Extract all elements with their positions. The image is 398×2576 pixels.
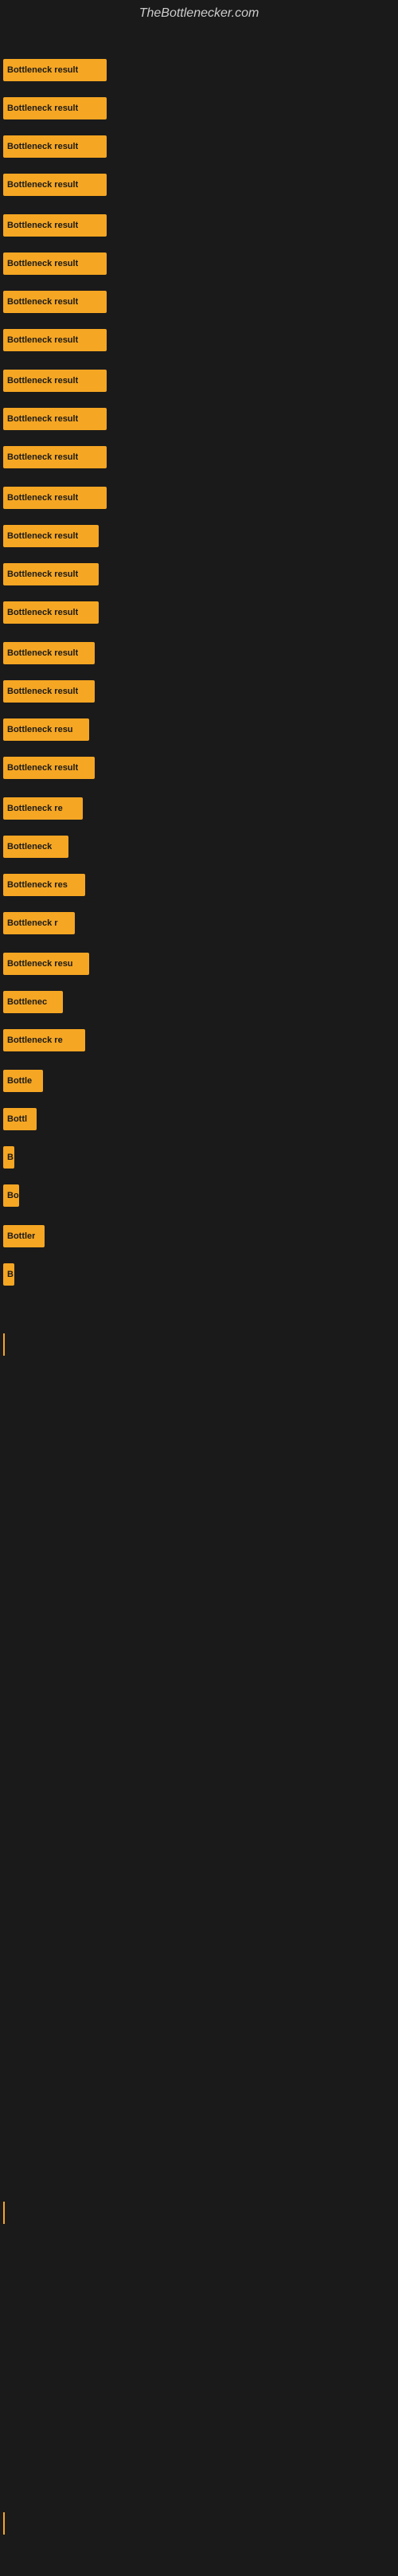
bottleneck-row: Bottleneck result bbox=[3, 601, 99, 624]
bottleneck-row: Bottleneck result bbox=[3, 525, 99, 547]
bottleneck-row: Bottl bbox=[3, 1108, 37, 1130]
bottleneck-label: Bottleneck res bbox=[7, 880, 68, 890]
bottleneck-label: B bbox=[7, 1153, 14, 1162]
bottleneck-label: Bottlenec bbox=[7, 997, 47, 1007]
bottleneck-row: Bottleneck result bbox=[3, 97, 107, 119]
bottleneck-row: Bottleneck result bbox=[3, 291, 107, 313]
bottleneck-indicator bbox=[3, 2512, 5, 2535]
bottleneck-row: Bo bbox=[3, 1184, 19, 1207]
bottleneck-row: Bottleneck result bbox=[3, 174, 107, 196]
bottleneck-label: Bottleneck result bbox=[7, 608, 78, 617]
bottleneck-label: Bottleneck result bbox=[7, 65, 78, 75]
bottleneck-row: Bottleneck result bbox=[3, 214, 107, 237]
bottleneck-label: Bottleneck result bbox=[7, 452, 78, 462]
bottleneck-label: B bbox=[7, 1270, 14, 1279]
bottleneck-row: Bottle bbox=[3, 1070, 43, 1092]
bottleneck-label: Bottleneck result bbox=[7, 493, 78, 503]
bottleneck-row: Bottleneck result bbox=[3, 563, 99, 585]
bottleneck-row: Bottleneck resu bbox=[3, 953, 89, 975]
bottleneck-row: Bottlenec bbox=[3, 991, 63, 1013]
bottleneck-row: Bottleneck result bbox=[3, 253, 107, 275]
bottleneck-row: Bottleneck result bbox=[3, 370, 107, 392]
bottleneck-label: Bottleneck result bbox=[7, 570, 78, 579]
bottleneck-label: Bo bbox=[7, 1191, 19, 1200]
bottleneck-row: Bottleneck result bbox=[3, 329, 107, 351]
bottleneck-row: Bottleneck r bbox=[3, 912, 75, 934]
bottleneck-label: Bottleneck bbox=[7, 842, 52, 851]
bottleneck-label: Bottleneck result bbox=[7, 687, 78, 696]
bottleneck-label: Bottleneck result bbox=[7, 180, 78, 190]
bottleneck-label: Bottleneck resu bbox=[7, 959, 73, 969]
bottleneck-row: Bottleneck re bbox=[3, 797, 83, 820]
bottleneck-label: Bottleneck re bbox=[7, 804, 63, 813]
bottleneck-row: Bottler bbox=[3, 1225, 45, 1247]
bottleneck-label: Bottleneck result bbox=[7, 297, 78, 307]
bottleneck-label: Bottleneck result bbox=[7, 221, 78, 230]
bottleneck-label: Bottleneck resu bbox=[7, 725, 73, 734]
bottleneck-label: Bottleneck result bbox=[7, 259, 78, 268]
bottleneck-row: Bottleneck res bbox=[3, 874, 85, 896]
bottleneck-label: Bottleneck result bbox=[7, 414, 78, 424]
bottleneck-label: Bottleneck r bbox=[7, 918, 58, 928]
bottleneck-row: Bottleneck result bbox=[3, 757, 95, 779]
bottleneck-label: Bottleneck result bbox=[7, 763, 78, 773]
bottleneck-label: Bottleneck re bbox=[7, 1035, 63, 1045]
bottleneck-label: Bottleneck result bbox=[7, 376, 78, 386]
bottleneck-label: Bottleneck result bbox=[7, 335, 78, 345]
site-title: TheBottlenecker.com bbox=[0, 0, 398, 27]
bottleneck-row: Bottleneck result bbox=[3, 408, 107, 430]
bottleneck-label: Bottl bbox=[7, 1114, 27, 1124]
bottleneck-row: Bottleneck result bbox=[3, 487, 107, 509]
bottleneck-row: Bottleneck re bbox=[3, 1029, 85, 1051]
bottleneck-indicator bbox=[3, 1333, 5, 1356]
bottleneck-row: Bottleneck bbox=[3, 836, 68, 858]
bottleneck-label: Bottler bbox=[7, 1231, 35, 1241]
bottleneck-label: Bottleneck result bbox=[7, 531, 78, 541]
bottleneck-row: Bottleneck result bbox=[3, 135, 107, 158]
bottleneck-label: Bottle bbox=[7, 1076, 32, 1086]
bottleneck-row: Bottleneck resu bbox=[3, 718, 89, 741]
bottleneck-row: Bottleneck result bbox=[3, 59, 107, 81]
bottleneck-indicator bbox=[3, 2202, 5, 2224]
bottleneck-row: Bottleneck result bbox=[3, 642, 95, 664]
bottleneck-row: B bbox=[3, 1146, 14, 1169]
bottleneck-row: B bbox=[3, 1263, 14, 1286]
bottleneck-label: Bottleneck result bbox=[7, 648, 78, 658]
bottleneck-row: Bottleneck result bbox=[3, 680, 95, 703]
bottleneck-label: Bottleneck result bbox=[7, 104, 78, 113]
bottleneck-row: Bottleneck result bbox=[3, 446, 107, 468]
bottleneck-label: Bottleneck result bbox=[7, 142, 78, 151]
